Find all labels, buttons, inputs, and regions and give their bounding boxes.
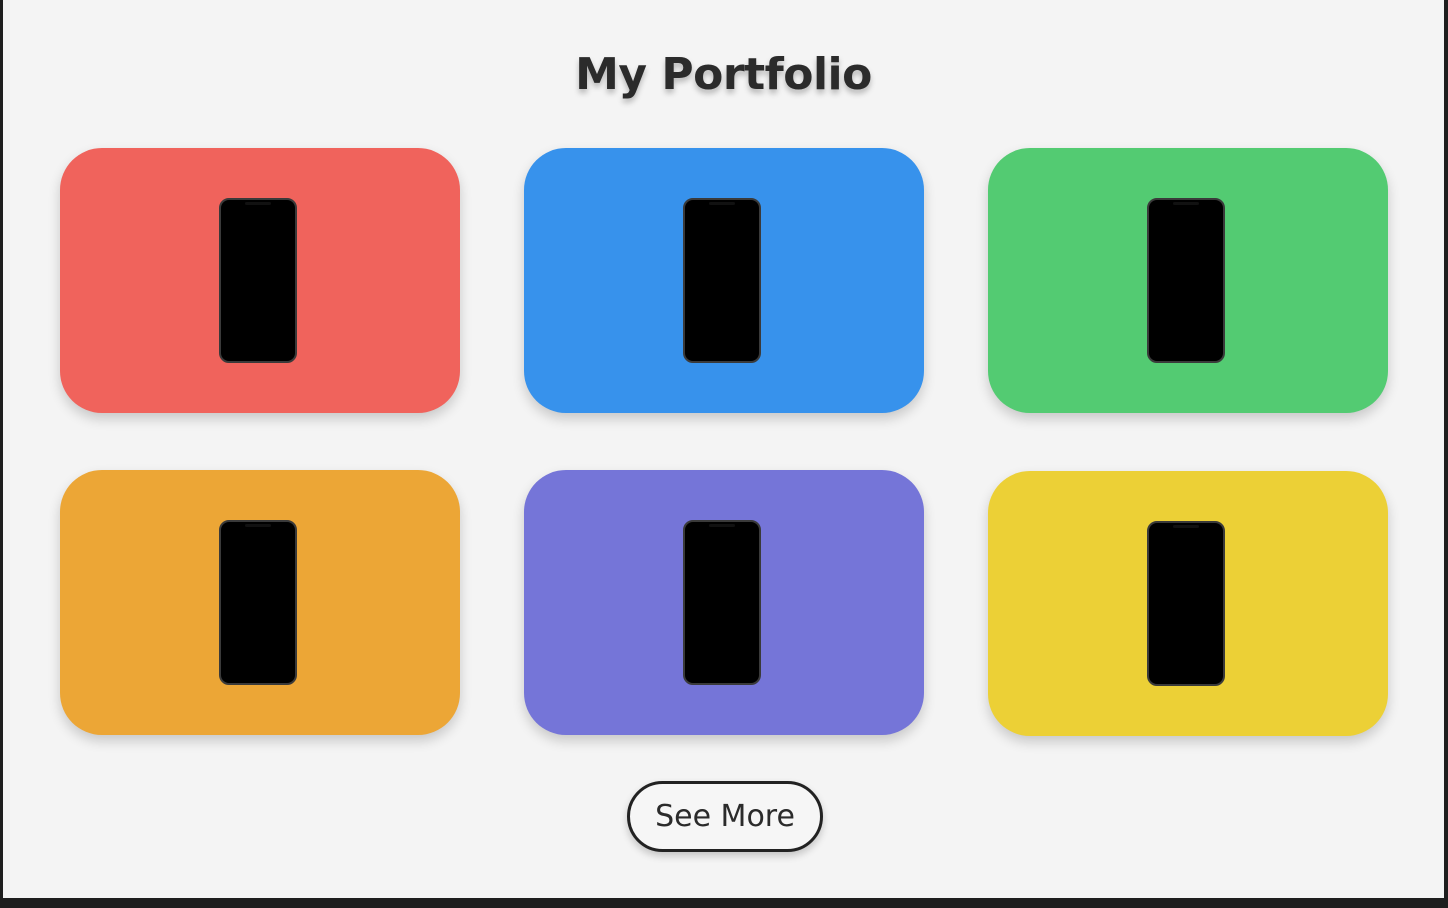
portfolio-card[interactable] bbox=[60, 148, 460, 413]
see-more-button[interactable]: See More bbox=[627, 781, 823, 852]
portfolio-card[interactable] bbox=[524, 470, 924, 735]
phone-icon bbox=[1147, 198, 1225, 363]
phone-icon bbox=[219, 520, 297, 685]
portfolio-card[interactable] bbox=[524, 148, 924, 413]
portfolio-card[interactable] bbox=[988, 148, 1388, 413]
portfolio-card[interactable] bbox=[988, 471, 1388, 736]
portfolio-card[interactable] bbox=[60, 470, 460, 735]
phone-icon bbox=[219, 198, 297, 363]
phone-icon bbox=[683, 520, 761, 685]
phone-icon bbox=[1147, 521, 1225, 686]
portfolio-page: My Portfolio See More bbox=[3, 0, 1444, 898]
page-title: My Portfolio bbox=[575, 49, 872, 100]
phone-icon bbox=[683, 198, 761, 363]
